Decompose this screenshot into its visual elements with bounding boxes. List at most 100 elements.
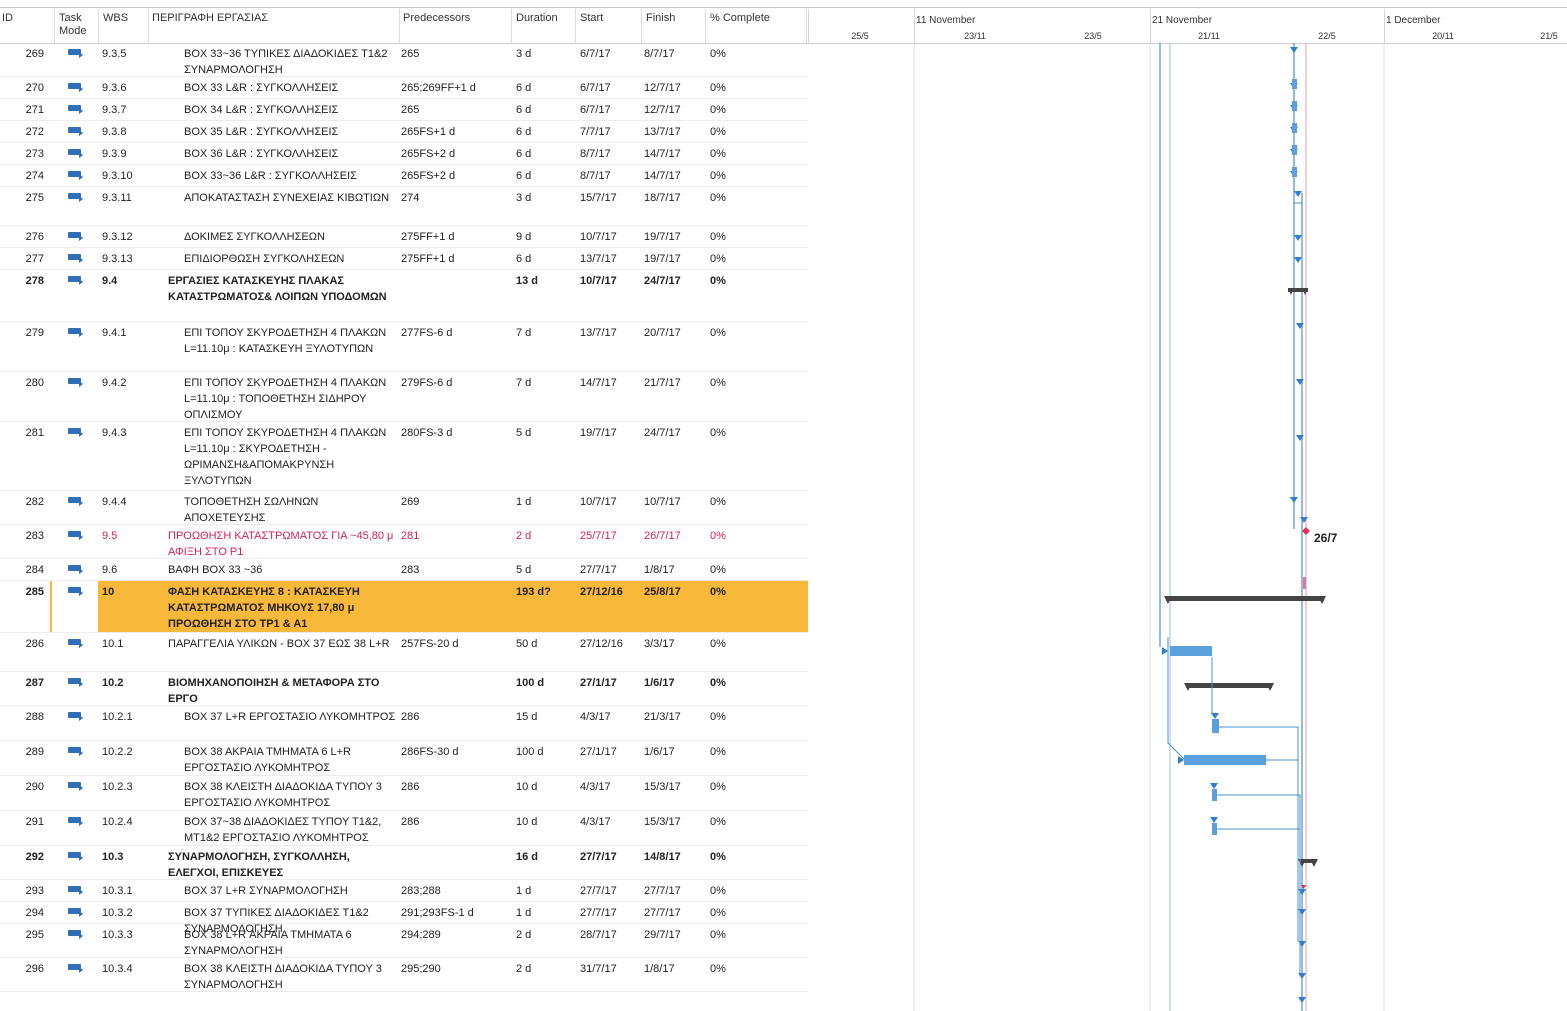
start-cell[interactable]: 6/7/17 — [580, 46, 642, 62]
wbs-cell[interactable]: 9.4 — [102, 273, 162, 289]
col-divider[interactable] — [641, 9, 642, 43]
start-cell[interactable]: 8/7/17 — [580, 146, 642, 162]
start-cell[interactable]: 27/12/16 — [580, 636, 642, 652]
wbs-cell[interactable]: 9.3.10 — [102, 168, 162, 184]
percent-complete-cell[interactable]: 0% — [710, 961, 750, 977]
wbs-cell[interactable]: 9.3.13 — [102, 251, 162, 267]
duration-cell[interactable]: 2 d — [516, 927, 574, 943]
task-mode-cell[interactable] — [52, 226, 98, 247]
task-mode-cell[interactable] — [52, 372, 98, 421]
predecessors-cell[interactable]: 265FS+1 d — [401, 124, 509, 140]
task-row[interactable]: 279 9.4.1 ΕΠΙ ΤΟΠΟΥ ΣΚΥΡΟΔΕΤΗΣΗ 4 ΠΛΑΚΩΝ L… — [0, 322, 808, 372]
duration-cell[interactable]: 2 d — [516, 528, 574, 544]
duration-cell[interactable]: 5 d — [516, 562, 574, 578]
header-id[interactable]: ID — [2, 12, 13, 25]
wbs-cell[interactable]: 9.4.1 — [102, 325, 162, 341]
col-divider[interactable] — [806, 9, 807, 43]
predecessors-cell[interactable]: 280FS-3 d — [401, 425, 509, 441]
task-name-cell[interactable]: ΒΟΧ 38 L+R ΑΚΡΑΙΑ ΤΜΗΜΑΤΑ 6 ΣΥΝΑΡΜΟΛΟΓΗΣ… — [184, 927, 398, 959]
predecessors-cell[interactable]: 274 — [401, 190, 509, 206]
start-cell[interactable]: 27/12/16 — [580, 584, 642, 600]
wbs-cell[interactable]: 10.3.4 — [102, 961, 162, 977]
start-cell[interactable]: 4/3/17 — [580, 779, 642, 795]
percent-complete-cell[interactable]: 0% — [710, 883, 750, 899]
task-row[interactable]: 290 10.2.3 ΒΟΧ 38 ΚΛΕΙΣΤΗ ΔΙΑΔΟΚΙΔΑ ΤΥΠΟΥ … — [0, 776, 808, 811]
wbs-cell[interactable]: 10.1 — [102, 636, 162, 652]
col-divider[interactable] — [575, 9, 576, 43]
finish-cell[interactable]: 26/7/17 — [644, 528, 706, 544]
percent-complete-cell[interactable]: 0% — [710, 562, 750, 578]
predecessors-cell[interactable]: 283 — [401, 562, 509, 578]
start-cell[interactable]: 27/7/17 — [580, 849, 642, 865]
predecessors-cell[interactable]: 277FS-6 d — [401, 325, 509, 341]
percent-complete-cell[interactable]: 0% — [710, 124, 750, 140]
predecessors-cell[interactable]: 257FS-20 d — [401, 636, 509, 652]
row-id-cell[interactable]: 284 — [0, 559, 50, 580]
task-name-cell[interactable]: ΠΡΟΩΘΗΣΗ ΚΑΤΑΣΤΡΩΜΑΤΟΣ ΓΙΑ ~45,80 μ ΑΦΙΞ… — [168, 528, 396, 560]
header-percent-complete[interactable]: % Complete — [710, 12, 770, 25]
duration-cell[interactable]: 6 d — [516, 80, 574, 96]
predecessors-cell[interactable]: 286 — [401, 779, 509, 795]
duration-cell[interactable]: 16 d — [516, 849, 574, 865]
duration-cell[interactable]: 5 d — [516, 425, 574, 441]
start-cell[interactable]: 27/7/17 — [580, 883, 642, 899]
header-task-mode[interactable]: Task Mode — [59, 12, 97, 38]
task-row[interactable]: 286 10.1 ΠΑΡΑΓΓΕΛΙΑ ΥΛΙΚΩΝ - ΒΟΧ 37 ΕΩΣ 38… — [0, 633, 808, 672]
percent-complete-cell[interactable]: 0% — [710, 494, 750, 510]
header-wbs[interactable]: WBS — [103, 12, 128, 25]
finish-cell[interactable]: 14/8/17 — [644, 849, 706, 865]
task-mode-cell[interactable] — [52, 741, 98, 775]
duration-cell[interactable]: 7 d — [516, 325, 574, 341]
percent-complete-cell[interactable]: 0% — [710, 251, 750, 267]
duration-cell[interactable]: 15 d — [516, 709, 574, 725]
percent-complete-cell[interactable]: 0% — [710, 814, 750, 830]
task-row[interactable]: 296 10.3.4 ΒΟΧ 38 ΚΛΕΙΣΤΗ ΔΙΑΔΟΚΙΔΑ ΤΥΠΟΥ … — [0, 958, 808, 992]
task-row[interactable]: 287 10.2 ΒΙΟΜΗΧΑΝΟΠΟΙΗΣΗ & ΜΕΤΑΦΟΡΑ ΣΤΟ ΕΡ… — [0, 672, 808, 706]
task-row[interactable]: 282 9.4.4 ΤΟΠΟΘΕΤΗΣΗ ΣΩΛΗΝΩΝ ΑΠΟΧΕΤΕΥΣΗΣ 26… — [0, 491, 808, 525]
wbs-cell[interactable]: 10.3.2 — [102, 905, 162, 921]
wbs-cell[interactable]: 9.3.12 — [102, 229, 162, 245]
wbs-cell[interactable]: 9.3.9 — [102, 146, 162, 162]
duration-cell[interactable]: 100 d — [516, 675, 574, 691]
finish-cell[interactable]: 15/3/17 — [644, 779, 706, 795]
col-divider[interactable] — [54, 9, 55, 43]
predecessors-cell[interactable]: 283;288 — [401, 883, 509, 899]
start-cell[interactable]: 8/7/17 — [580, 168, 642, 184]
start-cell[interactable]: 14/7/17 — [580, 375, 642, 391]
task-row[interactable]: 278 9.4 ΕΡΓΑΣΙΕΣ ΚΑΤΑΣΚΕΥΗΣ ΠΛΑΚΑΣ ΚΑΤΑΣΤΡ… — [0, 270, 808, 322]
duration-cell[interactable]: 2 d — [516, 961, 574, 977]
col-divider[interactable] — [98, 9, 99, 43]
wbs-cell[interactable]: 9.3.8 — [102, 124, 162, 140]
finish-cell[interactable]: 15/3/17 — [644, 814, 706, 830]
task-name-cell[interactable]: ΒΟΧ 33~36 L&R : ΣΥΓΚΟΛΛΗΣΕΙΣ — [184, 168, 398, 184]
task-row[interactable]: 276 9.3.12 ΔΟΚΙΜΕΣ ΣΥΓΚΟΛΛΗΣΕΩΝ 275FF+1 d 9 … — [0, 226, 808, 248]
task-mode-cell[interactable] — [52, 846, 98, 879]
percent-complete-cell[interactable]: 0% — [710, 779, 750, 795]
task-name-cell[interactable]: ΒΙΟΜΗΧΑΝΟΠΟΙΗΣΗ & ΜΕΤΑΦΟΡΑ ΣΤΟ ΕΡΓΟ — [168, 675, 396, 707]
start-cell[interactable]: 15/7/17 — [580, 190, 642, 206]
percent-complete-cell[interactable]: 0% — [710, 425, 750, 441]
task-name-cell[interactable]: ΕΠΙ ΤΟΠΟΥ ΣΚΥΡΟΔΕΤΗΣΗ 4 ΠΛΑΚΩΝ L=11.10μ … — [184, 375, 398, 423]
task-row[interactable]: 293 10.3.1 ΒΟΧ 37 L+R ΣΥΝΑΡΜΟΛΟΓΗΣΗ 283;288… — [0, 880, 808, 902]
task-mode-cell[interactable] — [52, 559, 98, 580]
task-name-cell[interactable]: ΣΥΝΑΡΜΟΛΟΓΗΣΗ, ΣΥΓΚΟΛΛΗΣΗ, ΕΛΕΓΧΟΙ, ΕΠΙΣ… — [168, 849, 396, 881]
task-name-cell[interactable]: ΒΟΧ 37 L+R ΕΡΓΟΣΤΑΣΙΟ ΛΥΚΟΜΗΤΡΟΣ — [184, 709, 398, 725]
finish-cell[interactable]: 20/7/17 — [644, 325, 706, 341]
finish-cell[interactable]: 14/7/17 — [644, 146, 706, 162]
duration-cell[interactable]: 9 d — [516, 229, 574, 245]
finish-cell[interactable]: 21/7/17 — [644, 375, 706, 391]
task-name-cell[interactable]: ΒΟΧ 37~38 ΔΙΑΔΟΚΙΔΕΣ ΤΥΠΟΥ Τ1&2, ΜΤ1&2 Ε… — [184, 814, 398, 846]
percent-complete-cell[interactable]: 0% — [710, 744, 750, 760]
percent-complete-cell[interactable]: 0% — [710, 375, 750, 391]
finish-cell[interactable]: 19/7/17 — [644, 251, 706, 267]
predecessors-cell[interactable]: 265 — [401, 102, 509, 118]
finish-cell[interactable]: 13/7/17 — [644, 124, 706, 140]
wbs-cell[interactable]: 10.2.3 — [102, 779, 162, 795]
start-cell[interactable]: 4/3/17 — [580, 709, 642, 725]
row-id-cell[interactable]: 276 — [0, 226, 50, 247]
row-id-cell[interactable]: 281 — [0, 422, 50, 490]
task-mode-cell[interactable] — [52, 880, 98, 901]
row-id-cell[interactable]: 293 — [0, 880, 50, 901]
task-row[interactable]: 272 9.3.8 ΒΟΧ 35 L&R : ΣΥΓΚΟΛΛΗΣΕΙΣ 265FS+1… — [0, 121, 808, 143]
task-row[interactable]: 294 10.3.2 ΒΟΧ 37 ΤΥΠΙΚΕΣ ΔΙΑΔΟΚΙΔΕΣ Τ1&2 … — [0, 902, 808, 935]
